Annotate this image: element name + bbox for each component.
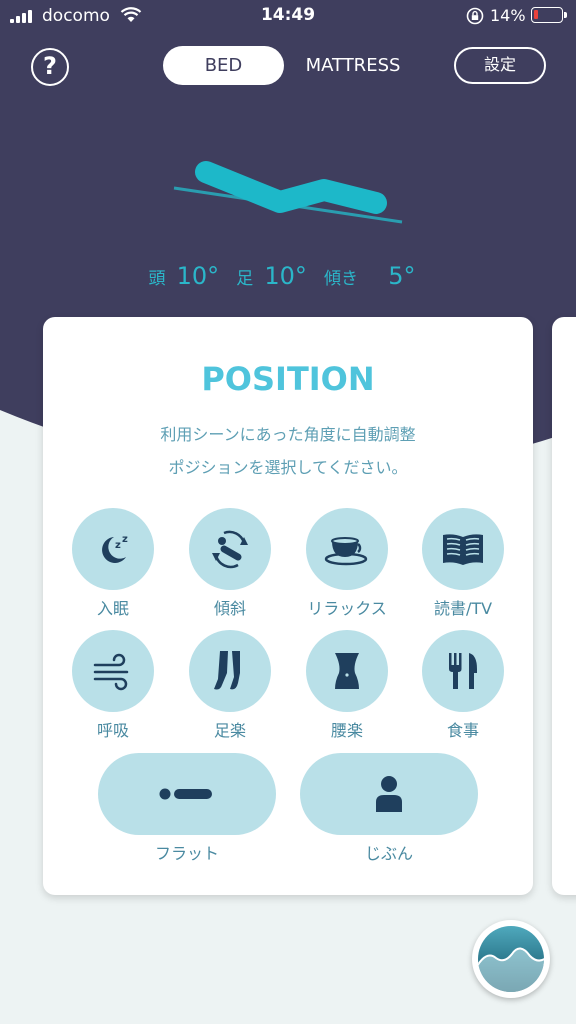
foot-angle-label: 足 [236,269,254,289]
position-button-flat[interactable]: フラット [98,753,276,864]
waist-icon [335,653,359,689]
position-button-tilt[interactable]: 傾斜 [180,508,280,619]
position-button-waist[interactable]: 腰楽 [297,630,397,741]
card-description-line1: 利用シーンにあった角度に自動調整 [160,425,416,444]
position-label: じぶん [364,844,413,863]
position-button-relax[interactable]: リラックス [297,508,397,619]
foot-angle-value: 10° [264,262,307,290]
status-bar: docomo 14:49 14% [0,0,576,34]
position-button-breathing[interactable]: 呼吸 [63,630,163,741]
card-title: POSITION [201,360,375,398]
signal-icon [10,10,32,23]
bed-angles: 頭 10° 足 10° 傾き 5° [0,262,576,290]
rotation-lock-icon [466,7,484,25]
wifi-icon [120,7,142,22]
position-label: フラット [154,844,219,863]
next-card-peek[interactable] [552,317,576,895]
fork-knife-icon [449,653,477,689]
position-button-custom[interactable]: じぶん [300,753,478,864]
battery-icon [531,7,567,23]
graph-icon [478,926,544,992]
position-label: 食事 [446,721,479,740]
bed-position-illustration [173,161,403,224]
card-description-line2: ポジションを選択してください。 [168,458,408,477]
svg-text:z: z [115,540,121,551]
flat-icon [159,788,212,800]
position-button-sleep[interactable]: z z 入眠 [63,508,163,619]
battery-percent: 14% [490,6,526,25]
position-label: 読書/TV [433,599,493,618]
position-button-meal[interactable]: 食事 [413,630,513,741]
tilt-angle-label: 傾き [324,269,358,289]
tab-mattress[interactable]: MATTRESS [292,46,414,85]
head-angle-label: 頭 [148,269,166,289]
tab-bed[interactable]: BED [163,46,284,85]
legs-icon [214,651,240,690]
svg-text:z: z [122,534,128,545]
person-icon [376,776,402,812]
graph-button[interactable] [472,920,550,998]
position-label: 呼吸 [96,721,129,740]
moon-sleep-icon: z z [102,534,128,563]
teacup-icon [324,537,368,566]
tilt-rotate-icon [212,530,248,569]
position-button-legs[interactable]: 足楽 [180,630,280,741]
tilt-angle-value: 5° [388,262,416,290]
position-label: 傾斜 [213,599,246,618]
book-icon [443,534,483,565]
position-label: リラックス [307,599,387,618]
help-button[interactable]: ? [31,48,69,86]
position-label: 足楽 [213,721,246,740]
carrier-name: docomo [42,6,110,26]
position-label: 腰楽 [330,721,363,740]
position-label: 入眠 [96,599,129,618]
head-angle-value: 10° [176,262,220,290]
settings-button[interactable]: 設定 [454,47,546,84]
position-card: POSITION 利用シーンにあった角度に自動調整 ポジションを選択してください… [43,317,533,895]
wind-icon [93,653,129,691]
position-button-reading[interactable]: 読書/TV [413,508,513,619]
